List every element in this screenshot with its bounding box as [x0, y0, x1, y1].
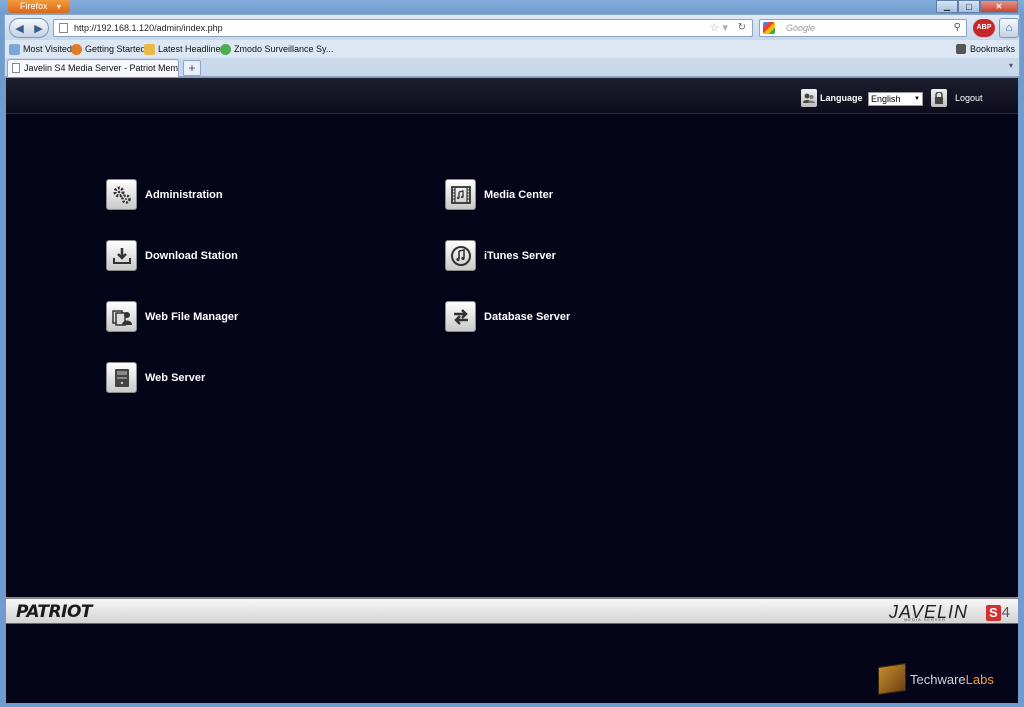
firefox-icon	[71, 43, 82, 55]
s4-logo-number: 4	[1001, 604, 1010, 621]
menu-item-download-station[interactable]: Download Station	[106, 240, 238, 271]
bookmarks-toolbar: Most Visited Getting Started Latest Head…	[4, 40, 1020, 58]
menu-item-web-server[interactable]: Web Server	[106, 362, 205, 393]
tab-javelin[interactable]: Javelin S4 Media Server - Patriot Memory	[7, 59, 179, 77]
bookmark-folder-icon	[9, 43, 20, 55]
tab-title: Javelin S4 Media Server - Patriot Memory	[24, 63, 179, 73]
menu-item-web-file-manager[interactable]: Web File Manager	[106, 301, 238, 332]
server-icon	[106, 362, 137, 393]
navigation-toolbar: ◀ ▶ http://192.168.1.120/admin/index.php…	[4, 14, 1020, 40]
film-icon	[445, 179, 476, 210]
menu-item-label: Database Server	[484, 310, 571, 323]
language-label: Language	[820, 93, 863, 103]
bookmarks-menu[interactable]: Bookmarks	[955, 40, 1015, 58]
file-manager-icon	[106, 301, 137, 332]
bookmark-getting-started[interactable]: Getting Started	[71, 40, 146, 58]
bookmark-label: Latest Headlines	[158, 44, 226, 54]
page-content: Language English ▼ Logout Administration…	[6, 78, 1018, 703]
back-forward-buttons: ◀ ▶	[9, 18, 49, 38]
zmodo-icon	[220, 43, 231, 55]
rss-folder-icon	[144, 43, 155, 55]
bookmark-label: Getting Started	[85, 44, 146, 54]
menu-item-label: Administration	[145, 188, 223, 201]
sync-arrows-icon	[445, 301, 476, 332]
google-icon[interactable]	[763, 22, 775, 34]
watermark-part2: Labs	[965, 671, 994, 687]
chevron-down-icon: ▼	[914, 96, 920, 102]
music-icon	[445, 240, 476, 271]
url-text: http://192.168.1.120/admin/index.php	[74, 23, 223, 33]
menu-item-label: iTunes Server	[484, 249, 556, 262]
new-tab-button[interactable]: +	[183, 60, 201, 76]
tab-list-icon[interactable]: ▾	[1009, 61, 1013, 70]
watermark-text: TechwareLabs	[910, 672, 994, 687]
menu-item-itunes-server[interactable]: iTunes Server	[445, 240, 556, 271]
close-button[interactable]: ✕	[980, 0, 1018, 13]
home-icon[interactable]: ⌂	[999, 18, 1019, 38]
chevron-down-icon: ▼	[55, 4, 63, 11]
gears-icon	[106, 179, 137, 210]
back-arrow-icon[interactable]: ◀	[15, 22, 23, 35]
bookmark-label: Zmodo Surveillance Sy...	[234, 44, 334, 54]
page-footer: PATRIOT JAVELIN MEDIA SERVER S 4	[6, 597, 1018, 624]
bookmark-zmodo[interactable]: Zmodo Surveillance Sy...	[220, 40, 333, 58]
tab-strip: Javelin S4 Media Server - Patriot Memory…	[4, 58, 1020, 77]
search-input[interactable]: Google ⚲	[759, 19, 967, 37]
menu-item-label: Web File Manager	[145, 310, 239, 323]
menu-item-media-center[interactable]: Media Center	[445, 179, 553, 210]
adblock-icon[interactable]: ABP	[973, 19, 995, 37]
logout-link[interactable]: Logout	[955, 93, 983, 103]
bookmarks-menu-label: Bookmarks	[969, 44, 1015, 54]
page-header: Language English ▼ Logout	[6, 78, 1018, 114]
javelin-subtitle: MEDIA SERVER	[904, 617, 946, 622]
minimize-button[interactable]: ▁	[936, 0, 958, 13]
bookmarks-icon	[955, 44, 966, 54]
bookmark-latest-headlines[interactable]: Latest Headlines	[144, 40, 225, 58]
techwarelabs-watermark: TechwareLabs	[878, 663, 1018, 695]
maximize-button[interactable]: ▢	[958, 0, 980, 13]
menu-item-label: Web Server	[145, 371, 206, 384]
search-placeholder: Google	[786, 23, 816, 33]
language-value: English	[871, 94, 901, 104]
reload-icon[interactable]: ↻	[738, 20, 746, 36]
url-bar[interactable]: http://192.168.1.120/admin/index.php ☆ ▾…	[53, 19, 753, 37]
menu-item-label: Download Station	[145, 249, 238, 262]
window-controls: ▁ ▢ ✕	[936, 0, 1018, 13]
forward-arrow-icon[interactable]: ▶	[34, 22, 42, 35]
download-icon	[106, 240, 137, 271]
menu-item-label: Media Center	[484, 188, 554, 201]
s4-logo-s: S	[985, 604, 1001, 621]
bookmark-star-icon[interactable]: ☆ ▾	[710, 20, 728, 36]
page-icon	[59, 23, 68, 33]
watermark-part1: Techware	[910, 671, 966, 687]
language-select[interactable]: English ▼	[868, 92, 923, 106]
bookmark-label: Most Visited	[23, 44, 72, 54]
menu-item-administration[interactable]: Administration	[106, 179, 223, 210]
bookmark-most-visited[interactable]: Most Visited	[9, 40, 72, 58]
window-titlebar: Firefox ▼ ▁ ▢ ✕	[0, 0, 1024, 14]
search-icon[interactable]: ⚲	[954, 20, 961, 36]
firefox-menu-button[interactable]: Firefox ▼	[8, 0, 70, 13]
patriot-logo: PATRIOT	[16, 602, 93, 622]
cube-logo-icon	[878, 663, 906, 695]
lock-icon[interactable]	[931, 89, 947, 107]
menu-item-database-server[interactable]: Database Server	[445, 301, 570, 332]
language-icon	[801, 89, 817, 107]
page-icon	[12, 63, 20, 73]
s4-logo: S 4	[985, 604, 1010, 621]
firefox-menu-label: Firefox	[20, 1, 48, 11]
